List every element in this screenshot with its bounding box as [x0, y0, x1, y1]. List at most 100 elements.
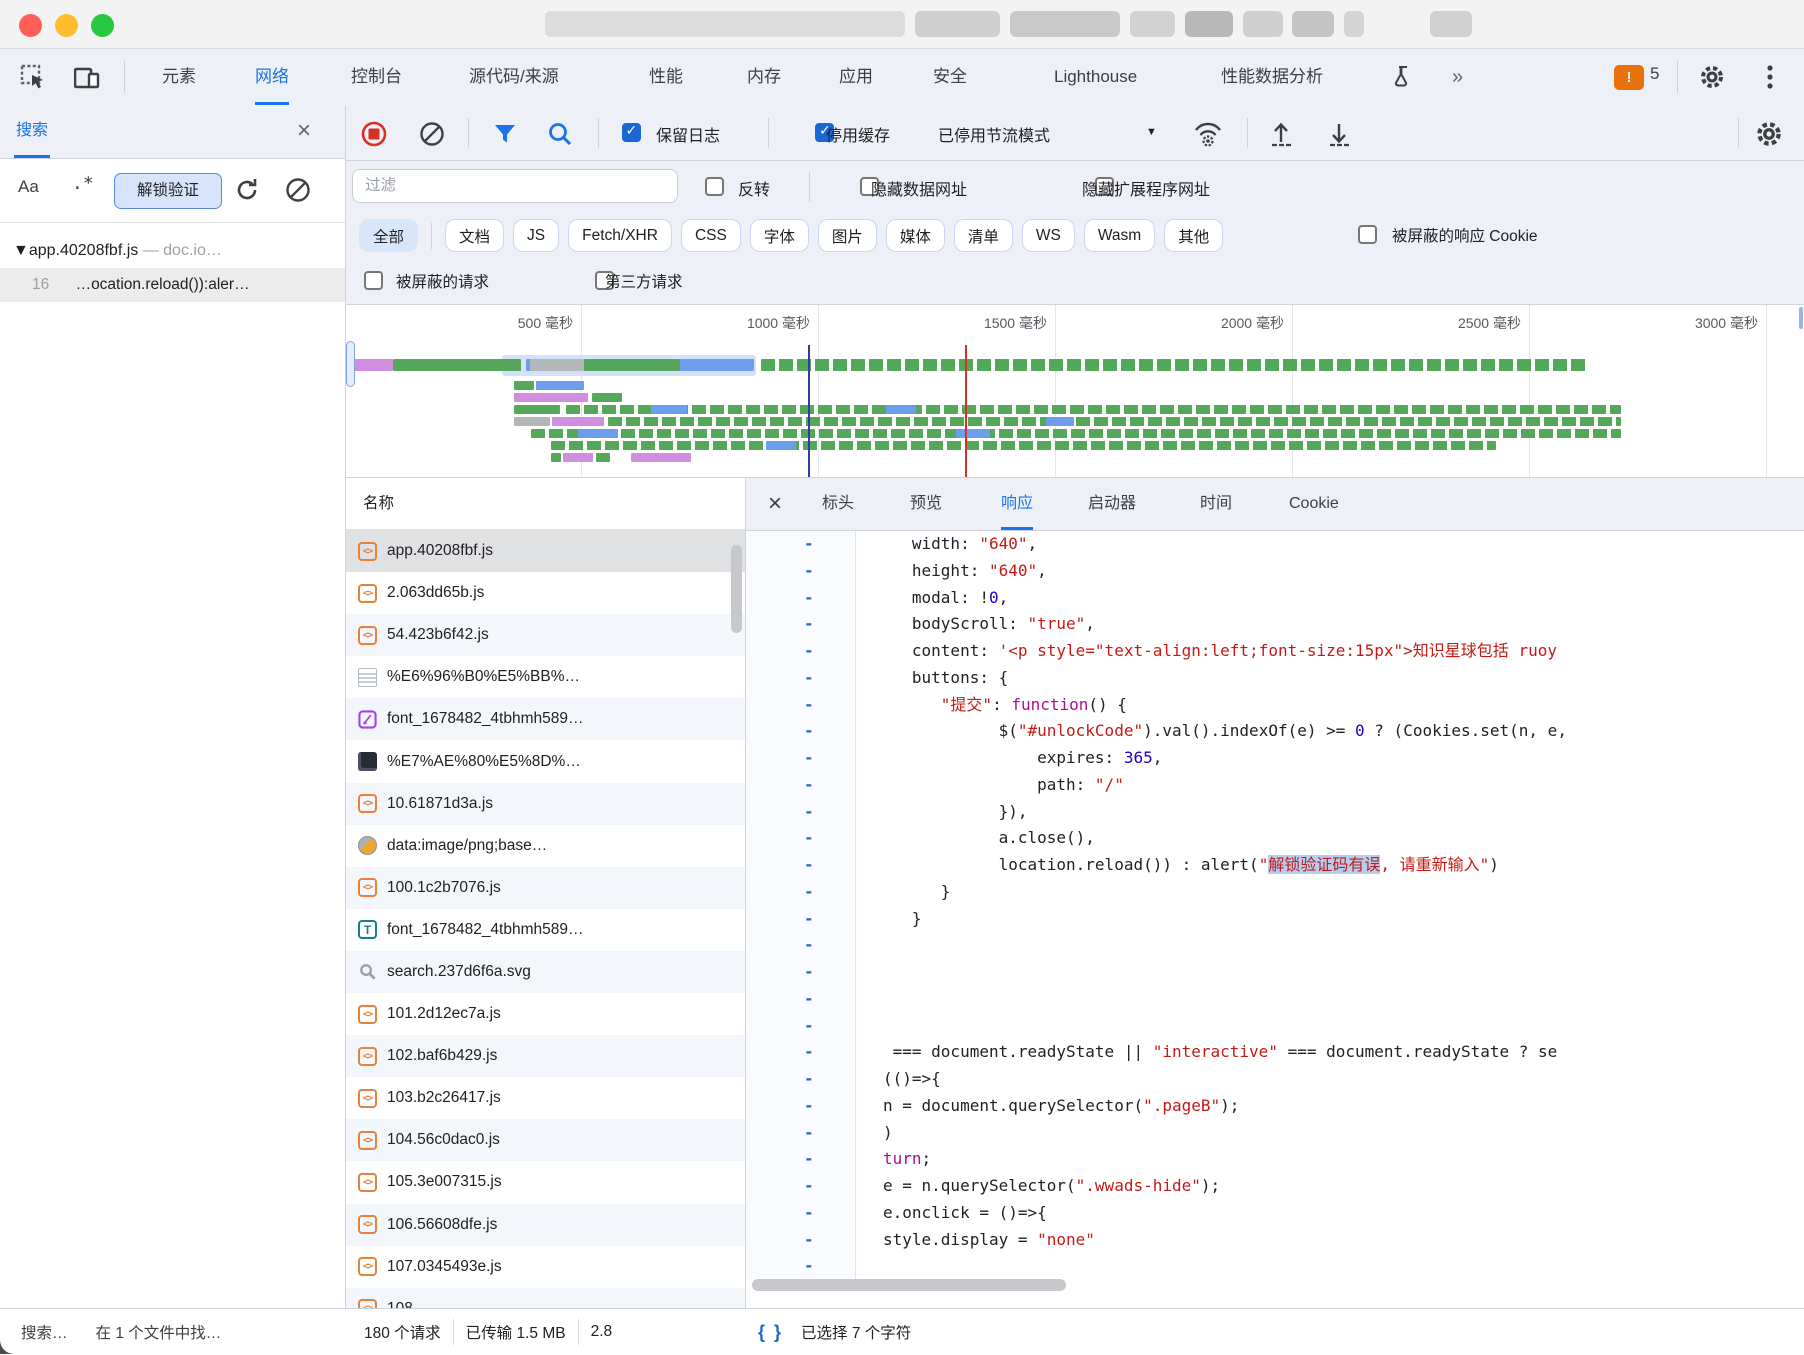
fold-marker-icon[interactable]: - [746, 852, 856, 879]
request-row[interactable]: <>100.1c2b7076.js [346, 867, 745, 909]
traffic-light-minimize[interactable] [55, 14, 78, 37]
fold-marker-icon[interactable]: - [746, 825, 856, 852]
more-tabs-chevron[interactable]: » [1452, 49, 1463, 105]
request-row[interactable]: <>103.b2c26417.js [346, 1077, 745, 1119]
fold-marker-icon[interactable]: - [746, 1200, 856, 1227]
filter-chip-5[interactable]: CSS [681, 219, 741, 252]
filter-chip-2[interactable]: 文档 [445, 219, 504, 252]
braces-icon[interactable]: { } [758, 1322, 783, 1343]
column-header-name[interactable]: 名称 [346, 478, 745, 530]
fold-marker-icon[interactable]: - [746, 665, 856, 692]
detail-tab-1[interactable]: 标头 [822, 478, 854, 527]
request-row[interactable]: <>104.56c0dac0.js [346, 1119, 745, 1161]
fold-marker-icon[interactable]: - [746, 611, 856, 638]
fold-marker-icon[interactable]: - [746, 1120, 856, 1147]
fold-marker-icon[interactable]: - [746, 558, 856, 585]
throttling-dropdown-arrow-icon[interactable]: ▼ [1146, 126, 1157, 138]
fold-marker-icon[interactable]: - [746, 585, 856, 612]
fold-marker-icon[interactable]: - [746, 959, 856, 986]
search-match-line[interactable]: 16 …ocation.reload()):aler… [0, 268, 345, 302]
devtools-tab-7[interactable]: 应用 [839, 49, 873, 105]
detail-tab-5[interactable]: 时间 [1200, 478, 1232, 527]
devtools-tab-1[interactable]: 元素 [162, 49, 196, 105]
fold-marker-icon[interactable]: - [746, 932, 856, 959]
kebab-menu-icon[interactable] [1766, 64, 1774, 90]
traffic-light-close[interactable] [19, 14, 42, 37]
fold-marker-icon[interactable]: - [746, 1227, 856, 1254]
request-row[interactable]: <>54.423b6f42.js [346, 614, 745, 656]
devtools-tab-3[interactable]: 控制台 [351, 49, 402, 105]
request-row[interactable]: %E7%AE%80%E5%8D%… [346, 740, 745, 782]
search-network-divider[interactable] [345, 106, 346, 1354]
fold-marker-icon[interactable]: - [746, 986, 856, 1013]
blocked-requests-checkbox[interactable] [364, 271, 383, 290]
request-row[interactable]: <>app.40208fbf.js [346, 530, 745, 572]
devtools-tab-4[interactable]: 源代码/来源 [469, 49, 559, 105]
timeline-overview[interactable]: 500 毫秒1000 毫秒1500 毫秒2000 毫秒2500 毫秒3000 毫… [346, 305, 1804, 478]
fold-marker-icon[interactable]: - [746, 1066, 856, 1093]
settings-gear-icon[interactable] [1698, 63, 1726, 91]
fold-marker-icon[interactable]: - [746, 1173, 856, 1200]
blocked-cookies-checkbox[interactable] [1358, 225, 1377, 244]
filter-funnel-icon[interactable] [492, 121, 518, 147]
fold-marker-icon[interactable]: - [746, 718, 856, 745]
network-conditions-icon[interactable] [1192, 120, 1224, 148]
response-code[interactable]: - width: "640",- height: "640",- modal: … [746, 531, 1804, 1283]
devtools-tab-8[interactable]: 安全 [933, 49, 967, 105]
throttling-select[interactable]: 已停用节流模式 [938, 122, 1050, 146]
filter-chip-4[interactable]: Fetch/XHR [568, 219, 672, 252]
devtools-tab-10[interactable]: 性能数据分析 [1221, 49, 1323, 105]
search-result-file[interactable]: ▼app.40208fbf.js — doc.io… [0, 234, 345, 268]
filter-chip-6[interactable]: 字体 [750, 219, 809, 252]
fold-marker-icon[interactable]: - [746, 1253, 856, 1280]
search-network-icon[interactable] [546, 120, 574, 148]
clear-search-icon[interactable] [284, 176, 312, 204]
filter-chip-9[interactable]: 清单 [954, 219, 1013, 252]
fold-marker-icon[interactable]: - [746, 1039, 856, 1066]
detail-tab-3[interactable]: 响应 [1001, 478, 1033, 530]
preserve-log-checkbox[interactable] [622, 123, 641, 142]
regex-toggle[interactable]: .* [72, 173, 94, 194]
fold-marker-icon[interactable]: - [746, 638, 856, 665]
inspect-element-icon[interactable] [20, 64, 46, 90]
filter-chip-12[interactable]: 其他 [1164, 219, 1223, 252]
fold-marker-icon[interactable]: - [746, 1093, 856, 1120]
request-row[interactable]: <>108… [346, 1288, 745, 1308]
disclosure-triangle-icon[interactable]: ▼ [0, 242, 29, 259]
fold-marker-icon[interactable]: - [746, 1013, 856, 1040]
request-row[interactable]: <>102.baf6b429.js [346, 1035, 745, 1077]
traffic-light-zoom[interactable] [91, 14, 114, 37]
fold-marker-icon[interactable]: - [746, 879, 856, 906]
request-row[interactable]: data:image/png;base… [346, 825, 745, 867]
request-row[interactable]: %E6%96%B0%E5%BB%… [346, 656, 745, 698]
search-query-input[interactable]: 解锁验证 [114, 173, 222, 209]
filter-input[interactable]: 过滤 [352, 169, 678, 203]
request-row[interactable]: <>107.0345493e.js [346, 1246, 745, 1288]
close-search-icon[interactable]: × [297, 106, 311, 155]
invert-filter-checkbox[interactable] [705, 177, 724, 196]
detail-tab-2[interactable]: 预览 [910, 478, 942, 527]
request-row[interactable]: search.237d6f6a.svg [346, 951, 745, 993]
fold-marker-icon[interactable]: - [746, 1146, 856, 1173]
filter-chip-7[interactable]: 图片 [818, 219, 877, 252]
export-har-icon[interactable] [1326, 120, 1352, 148]
issues-count[interactable]: 5 [1650, 64, 1659, 84]
devtools-tab-5[interactable]: 性能 [649, 49, 683, 105]
filter-chip-8[interactable]: 媒体 [886, 219, 945, 252]
request-row[interactable]: <>2.063dd65b.js [346, 572, 745, 614]
overview-left-grip[interactable] [346, 341, 355, 387]
list-scrollbar[interactable] [731, 545, 742, 633]
overview-right-grip[interactable] [1799, 307, 1803, 329]
refresh-icon[interactable] [233, 176, 261, 204]
filter-chip-3[interactable]: JS [513, 219, 559, 252]
request-row[interactable]: Tfont_1678482_4tbhmh589… [346, 909, 745, 951]
clear-network-log-icon[interactable] [418, 120, 446, 148]
issues-badge-icon[interactable]: ! [1614, 65, 1644, 90]
fold-marker-icon[interactable]: - [746, 799, 856, 826]
response-hscrollbar[interactable] [752, 1279, 1066, 1291]
devtools-tab-9[interactable]: Lighthouse [1054, 49, 1137, 105]
request-row[interactable]: font_1678482_4tbhmh589… [346, 698, 745, 740]
request-row[interactable]: <>106.56608dfe.js [346, 1204, 745, 1246]
detail-tab-6[interactable]: Cookie [1289, 478, 1339, 527]
record-network-log-icon[interactable] [360, 120, 388, 148]
